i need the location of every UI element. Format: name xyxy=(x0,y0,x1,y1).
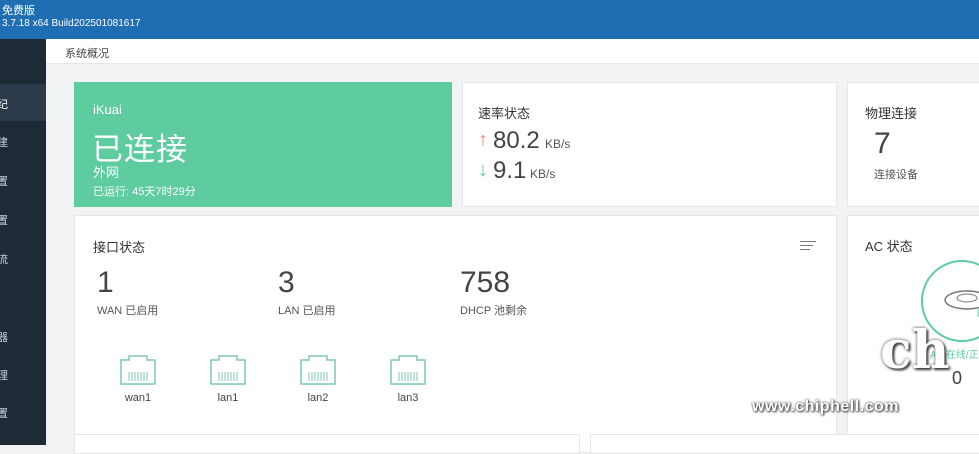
sidebar-item-2[interactable]: 建 xyxy=(0,122,46,159)
device-count: 7 xyxy=(874,127,891,160)
port-lan1[interactable]: lan1 xyxy=(198,354,258,404)
port-lan2[interactable]: lan2 xyxy=(288,354,348,404)
wan-enabled-count: 1 xyxy=(97,266,114,299)
interface-status-card: 接口状态 1 WAN 已启用 3 LAN 已启用 758 DHCP 池剩余 wa… xyxy=(74,215,837,453)
physical-connection-card: 物理连接 7 连接设备 xyxy=(847,82,979,207)
dhcp-pool-label: DHCP 池剩余 xyxy=(460,305,528,317)
sidebar-item-6[interactable]: 器 xyxy=(0,317,46,354)
dhcp-pool-count: 758 xyxy=(460,266,511,299)
lan-enabled-label: LAN 已启用 xyxy=(278,305,336,317)
list-menu-icon[interactable] xyxy=(800,241,816,253)
sidebar-item-8[interactable]: 置 xyxy=(0,393,46,430)
rate-status-card: 速率状态 ↑ 80.2 KB/s ↓ 9.1 KB/s xyxy=(462,82,837,207)
arrow-down-icon: ↓ xyxy=(478,159,488,181)
lan-enabled-stat: 3 LAN 已启用 xyxy=(278,266,335,318)
edition-label: 免费版 xyxy=(2,5,35,17)
sidebar-item-4[interactable]: 置 xyxy=(0,200,46,237)
ac-title: AC 状态 xyxy=(865,239,913,254)
wan-enabled-stat: 1 WAN 已启用 xyxy=(97,266,158,318)
ethernet-port-icon xyxy=(300,355,336,385)
physical-title: 物理连接 xyxy=(865,106,918,121)
wan-status-card[interactable]: iKuai 已连接 外网 已运行: 45天7时29分 xyxy=(74,82,452,207)
wan-enabled-label: WAN 已启用 xyxy=(97,305,159,317)
upload-unit: KB/s xyxy=(545,137,571,151)
sidebar-item-3[interactable]: 置 xyxy=(0,161,46,198)
dhcp-pool-stat: 758 DHCP 池剩余 xyxy=(460,266,527,318)
ethernet-port-icon xyxy=(210,355,246,385)
port-label: lan1 xyxy=(217,392,239,404)
ethernet-port-icon xyxy=(390,355,426,385)
download-unit: KB/s xyxy=(530,167,556,181)
top-bar: 免费版 3.7.18 x64 Build202501081617 xyxy=(0,0,979,39)
interface-title: 接口状态 xyxy=(93,240,146,255)
main-content: 系统概况 iKuai 已连接 外网 已运行: 45天7时29分 速率状态 ↑ 8… xyxy=(46,39,979,454)
chiphell-logo-watermark: ch xyxy=(880,320,950,381)
site-watermark: www.chiphell.com xyxy=(752,398,899,415)
port-label: lan2 xyxy=(307,392,329,404)
device-label: 连接设备 xyxy=(874,169,918,181)
breadcrumb: 系统概况 xyxy=(46,39,979,64)
arrow-up-icon: ↑ xyxy=(478,129,488,151)
port-lan3[interactable]: lan3 xyxy=(378,354,438,404)
sidebar-item-overview[interactable]: 纪 xyxy=(0,84,46,121)
port-label: wan1 xyxy=(124,392,152,404)
download-value: 9.1 xyxy=(493,157,527,184)
sidebar: 纪 建 置 置 流 器 理 置 xyxy=(0,39,46,445)
upload-value: 80.2 xyxy=(493,127,540,154)
rate-title: 速率状态 xyxy=(478,106,531,121)
lan-enabled-count: 3 xyxy=(278,266,295,299)
page-title: 系统概况 xyxy=(65,48,109,60)
ethernet-port-icon xyxy=(120,355,156,385)
uptime-label: 已运行: 45天7时29分 xyxy=(93,186,196,198)
brand-label: iKuai xyxy=(93,102,122,117)
network-label: 外网 xyxy=(93,165,120,180)
build-label: 3.7.18 x64 Build202501081617 xyxy=(2,18,141,29)
port-wan1[interactable]: wan1 xyxy=(108,354,168,404)
ac-online-count: 0 xyxy=(952,368,963,388)
sidebar-item-7[interactable]: 理 xyxy=(0,355,46,392)
sidebar-item-5[interactable]: 流 xyxy=(0,239,46,276)
bottom-card-right xyxy=(590,434,979,454)
bottom-card-left xyxy=(74,434,580,454)
port-label: lan3 xyxy=(397,392,419,404)
